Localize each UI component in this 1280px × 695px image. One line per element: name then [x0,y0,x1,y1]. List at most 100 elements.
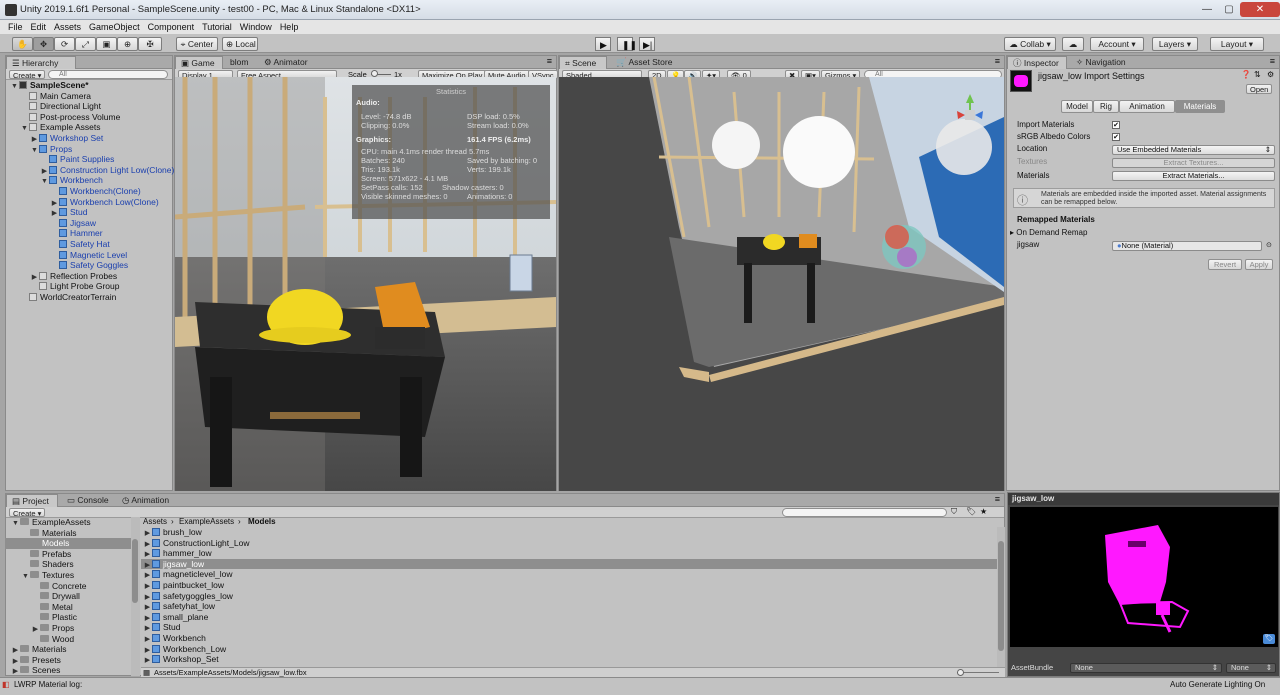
tab-inspector[interactable]: ⓘ Inspector [1007,56,1067,69]
project-create-button[interactable]: Create ▾ [9,508,46,518]
extract-materials-button[interactable]: Extract Materials... [1112,171,1275,181]
project-folder-item[interactable]: Metal [5,602,131,613]
project-folder-item[interactable]: Prefabs [5,549,131,560]
project-tree-scrollbar[interactable] [131,517,140,676]
project-folder-item[interactable]: ▶ Props [5,623,131,634]
pause-button[interactable]: ❚❚ [617,37,637,51]
inspector-menu-icon[interactable]: ≡ [1270,56,1275,66]
rect-tool-icon[interactable]: ▣ [96,37,117,51]
location-dropdown[interactable]: Use Embedded Materials ⇕ [1112,145,1275,155]
project-file-item[interactable]: ▶ magneticlevel_low [141,569,997,580]
project-files-scrollbar[interactable] [997,527,1005,667]
revert-button[interactable]: Revert [1208,259,1242,270]
breadcrumb-models[interactable]: Models [248,517,276,526]
assetbundle-variant-dropdown[interactable]: None ⇕ [1226,663,1276,673]
step-button[interactable]: ▶| [639,37,655,51]
menu-tutorial[interactable]: Tutorial [198,20,236,34]
hierarchy-item[interactable]: ▶ Stud [6,207,88,218]
tab-scene[interactable]: ⌗ Scene [559,56,607,69]
hierarchy-item[interactable]: ▼ SampleScene* [6,80,89,91]
subtab-model[interactable]: Model [1061,100,1093,113]
extract-textures-button[interactable]: Extract Textures... [1112,158,1275,168]
hierarchy-search-input[interactable]: All [48,70,168,79]
menu-help[interactable]: Help [276,20,303,34]
hierarchy-item[interactable]: ▼ Props [6,144,72,155]
import-materials-checkbox[interactable]: ✔ [1112,121,1120,129]
favorite-star-icon[interactable]: ★ [980,507,987,516]
play-button[interactable]: ▶ [595,37,611,51]
project-folder-item[interactable]: ▶ Materials [5,644,131,655]
transform-tool-icon[interactable]: ⊕ [117,37,138,51]
settings-gear-icon[interactable]: ⚙ [1267,70,1274,79]
project-file-item[interactable]: ▶ Workshop_Set [141,654,997,665]
project-folder-item[interactable]: Models [5,538,131,549]
project-folder-item[interactable]: Wood [5,634,131,645]
tab-game[interactable]: ▣ Game [175,56,223,69]
hierarchy-item[interactable]: ▶ Construction Light Low(Clone) [6,165,175,176]
scale-slider-thumb[interactable] [371,70,378,77]
preview-render[interactable]: 🏷 [1010,507,1278,647]
hierarchy-item[interactable]: Post-process Volume [6,112,120,123]
cloud-icon[interactable]: ☁ [1062,37,1084,51]
tab-animator[interactable]: ⚙ Animator [259,56,313,69]
scale-tool-icon[interactable]: ⤢ [75,37,96,51]
tab-hierarchy[interactable]: ☰ Hierarchy [6,56,76,69]
project-folder-item[interactable]: Drywall [5,591,131,602]
maximize-button[interactable]: ▢ [1218,2,1240,17]
project-folder-item[interactable]: ▼ ExampleAssets [5,517,131,528]
open-button[interactable]: Open [1246,84,1272,94]
project-file-item[interactable]: ▶ brush_low [141,527,997,538]
project-file-item[interactable]: ▶ paintbucket_low [141,580,997,591]
hierarchy-item[interactable]: Directional Light [6,101,101,112]
icon-size-slider-thumb[interactable] [957,669,964,676]
menu-component[interactable]: Component [144,20,199,34]
project-menu-icon[interactable]: ≡ [995,494,1000,504]
subtab-rig[interactable]: Rig [1093,100,1119,113]
assetbundle-dropdown[interactable]: None ⇕ [1070,663,1222,673]
hierarchy-item[interactable]: Safety Goggles [6,260,128,271]
status-message[interactable]: LWRP Material log: [14,680,82,689]
project-file-item[interactable]: ▶ jigsaw_low [141,558,997,570]
hierarchy-item[interactable]: Workbench(Clone) [6,186,141,197]
hierarchy-item[interactable]: Magnetic Level [6,250,127,261]
menu-window[interactable]: Window [236,20,276,34]
hierarchy-item[interactable]: Light Probe Group [6,281,119,292]
project-folder-item[interactable]: Shaders [5,559,131,570]
tab-console[interactable]: ▭ Console [62,494,114,507]
scene-panel-menu-icon[interactable]: ≡ [995,56,1000,66]
hierarchy-item[interactable]: Safety Hat [6,239,110,250]
project-file-item[interactable]: ▶ Stud [141,622,997,633]
menu-assets[interactable]: Assets [50,20,85,34]
subtab-animation[interactable]: Animation [1119,100,1175,113]
project-folder-item[interactable]: ▶ Presets [5,655,131,666]
layout-dropdown[interactable]: Layout ▾ [1210,37,1264,51]
close-window-button[interactable]: ✕ [1240,2,1280,17]
project-folder-item[interactable]: ▶ Scenes [5,665,131,676]
hierarchy-item[interactable]: ▼ Workbench [6,175,103,186]
asset-label-icon[interactable]: 🏷 [1263,634,1275,644]
hierarchy-item[interactable]: ▶ Workbench Low(Clone) [6,197,159,208]
move-tool-icon[interactable]: ✥ [33,37,54,51]
menu-gameobject[interactable]: GameObject [85,20,144,34]
minimize-button[interactable]: — [1196,2,1218,17]
project-search-input[interactable] [782,508,947,517]
tab-navigation[interactable]: ✧ Navigation [1071,56,1131,69]
filter-by-label-icon[interactable]: 🏷 [966,507,976,516]
hand-tool-icon[interactable]: ✋ [12,37,33,51]
help-icon[interactable]: ❓ [1241,70,1251,79]
hierarchy-item[interactable]: ▶ Workshop Set [6,133,103,144]
breadcrumb-assets[interactable]: Assets [143,517,167,526]
hierarchy-create-button[interactable]: Create ▾ [9,70,46,80]
project-folder-item[interactable]: Concrete [5,581,131,592]
game-panel-menu-icon[interactable]: ≡ [547,56,552,66]
pivot-space-toggle[interactable]: ⊕ Local [222,37,258,51]
scene-viewport[interactable] [559,77,1004,491]
filter-by-type-icon[interactable]: ⛉ [951,507,957,517]
collab-dropdown[interactable]: ☁ Collab ▾ [1004,37,1056,51]
hierarchy-item[interactable]: Hammer [6,228,103,239]
apply-button[interactable]: Apply [1245,259,1273,270]
jigsaw-material-field[interactable]: ●None (Material) [1112,241,1262,251]
pivot-center-toggle[interactable]: ⌖ Center [176,37,218,51]
breadcrumb-exampleassets[interactable]: ExampleAssets [179,517,234,526]
project-file-item[interactable]: ▶ safetyhat_low [141,601,997,612]
